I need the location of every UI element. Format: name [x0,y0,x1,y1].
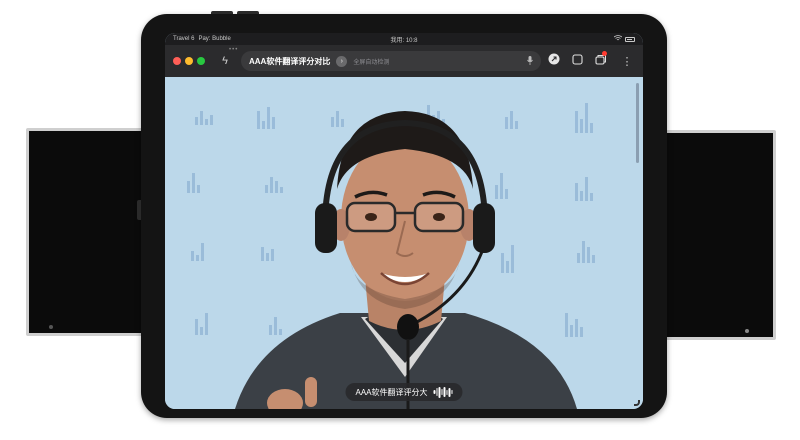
more-icon[interactable]: ⋮ [619,55,635,68]
window-controls [173,57,205,65]
live-caption: AAA软件翻译评分大 [345,383,463,401]
close-dot[interactable] [173,57,181,65]
drag-handle-icon[interactable]: ••• [229,47,238,53]
status-time: 我用: 10:8 [390,37,418,44]
audio-wave-icon [433,386,453,398]
monitor-indicator-right [745,329,749,333]
volume-up-button [211,11,233,14]
tablet-device: Travel 6 Pay: Bubble 我用: 10:8 ••• ϟ AAA软… [137,11,667,418]
monitor-indicator-left [49,325,53,329]
browser-toolbar: ••• ϟ AAA软件翻译评分对比 › 全屏自动检测 ⋮ [165,45,643,77]
zoom-dot[interactable] [197,57,205,65]
tabs-icon[interactable] [572,52,583,70]
address-hint: 全屏自动检测 [353,59,390,66]
share-icon[interactable] [548,52,560,70]
external-monitor-left [26,128,148,336]
microphone-icon[interactable] [527,55,533,67]
tab-count-icon[interactable] [595,51,607,70]
scene: Travel 6 Pay: Bubble 我用: 10:8 ••• ϟ AAA软… [0,0,800,440]
tablet-screen: Travel 6 Pay: Bubble 我用: 10:8 ••• ϟ AAA软… [165,33,643,409]
volume-down-button [237,11,259,14]
status-app: Pay: Bubble [198,36,231,42]
minimize-dot[interactable] [185,57,193,65]
lightning-icon[interactable]: ϟ [217,55,233,67]
status-bar: Travel 6 Pay: Bubble 我用: 10:8 [165,33,643,45]
caption-text: AAA软件翻译评分大 [355,387,428,397]
status-carrier: Travel 6 [173,36,195,42]
presenter-video [235,111,577,409]
address-title: AAA软件翻译评分对比 [249,56,331,66]
notification-badge [602,51,607,56]
video-frame: AAA软件翻译评分大 [165,77,643,409]
side-button [137,200,141,220]
battery-icon [625,36,635,42]
external-monitor-right [660,130,776,340]
address-bar[interactable]: AAA软件翻译评分对比 › 全屏自动检测 [241,51,541,71]
forward-icon[interactable]: › [336,55,348,67]
wifi-icon [613,35,623,43]
